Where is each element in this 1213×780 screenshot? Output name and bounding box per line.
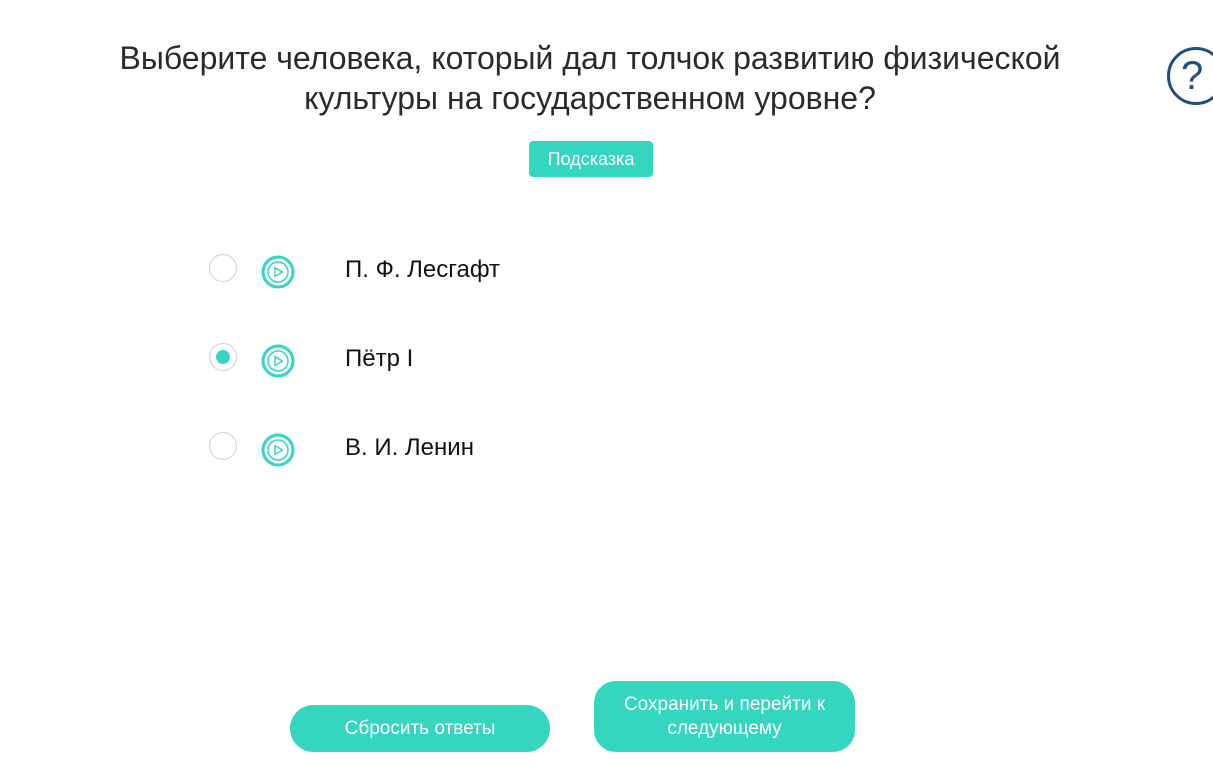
help-icon[interactable]: ? [1167,47,1213,105]
option-radio[interactable] [209,254,237,282]
option-item: П. Ф. Лесгафт [209,250,809,339]
option-radio[interactable] [209,432,237,460]
play-icon[interactable] [261,433,295,467]
question-text: Выберите человека, который дал толчок ра… [90,38,1090,118]
answer-options: П. Ф. Лесгафт Пётр I В. И. Ленин [209,250,809,517]
hint-button[interactable]: Подсказка [529,141,653,177]
question-line-2: культуры на государственном уровне? [304,80,876,116]
save-and-next-button[interactable]: Сохранить и перейти к следующему [594,681,855,752]
option-label[interactable]: В. И. Ленин [345,434,474,462]
save-and-next-label: Сохранить и перейти к следующему [623,693,826,739]
option-radio[interactable] [209,343,237,371]
play-icon[interactable] [261,255,295,289]
option-item: Пётр I [209,339,809,428]
play-icon[interactable] [261,344,295,378]
option-item: В. И. Ленин [209,428,809,517]
reset-answers-button[interactable]: Сбросить ответы [290,705,550,752]
question-line-1: Выберите человека, который дал толчок ра… [119,40,1061,76]
option-label[interactable]: П. Ф. Лесгафт [345,256,500,284]
option-label[interactable]: Пётр I [345,345,413,373]
